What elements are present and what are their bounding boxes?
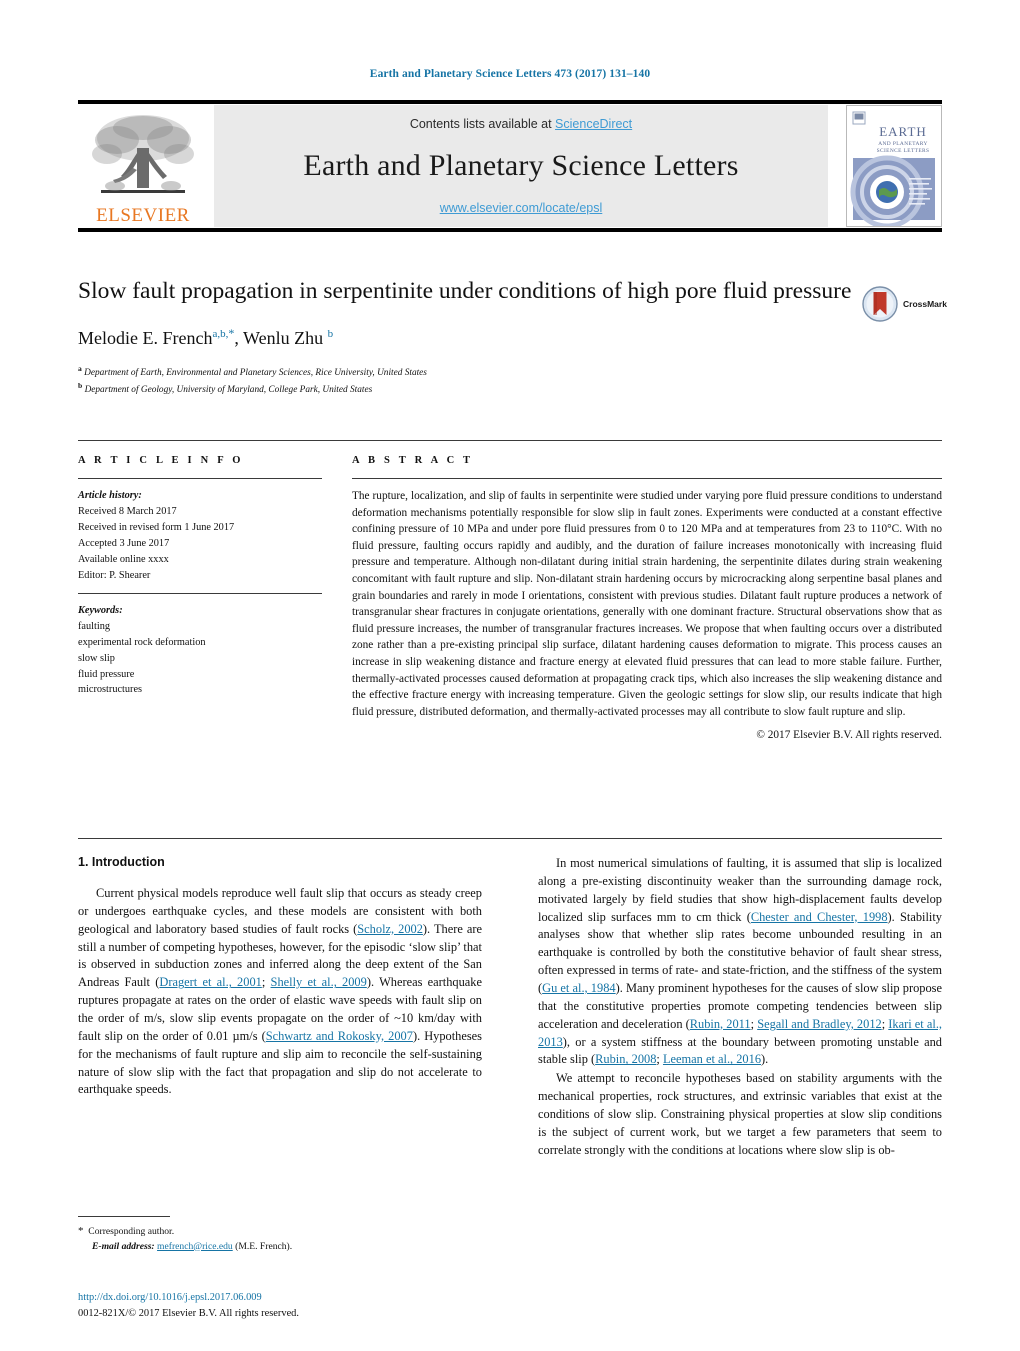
author-2-affiliation-marks: b	[327, 328, 334, 341]
corresponding-author-footnote: * Corresponding author. E-mail address: …	[78, 1216, 482, 1254]
journal-cover-thumbnail[interactable]: EARTH AND PLANETARY SCIENCE LETTERS	[846, 105, 942, 227]
citation-link[interactable]: Leeman et al., 2016	[663, 1052, 761, 1066]
paragraph-intro-1: Current physical models reproduce well f…	[78, 885, 482, 1099]
author-name-1: Melodie E. French	[78, 328, 213, 349]
affiliation-b: b Department of Geology, University of M…	[78, 381, 373, 396]
citation-link[interactable]: Dragert et al., 2001	[159, 975, 261, 989]
article-info-column: A R T I C L E I N F O Article history: R…	[78, 455, 322, 698]
journal-cover-art: EARTH AND PLANETARY SCIENCE LETTERS	[847, 106, 941, 226]
article-info-divider-1	[78, 478, 322, 479]
citation-link[interactable]: Segall and Bradley, 2012	[757, 1017, 882, 1031]
history-item: Editor: P. Shearer	[78, 569, 151, 581]
article-history-group: Article history: Received 8 March 2017 R…	[78, 488, 322, 584]
abstract-copyright: © 2017 Elsevier B.V. All rights reserved…	[756, 729, 942, 742]
body-column-right: In most numerical simulations of faultin…	[538, 855, 942, 1161]
footnote-email-line: E-mail address: mefrench@rice.edu (M.E. …	[78, 1240, 482, 1254]
sciencedirect-link[interactable]: ScienceDirect	[555, 117, 632, 131]
issn-copyright-line: 0012-821X/© 2017 Elsevier B.V. All right…	[78, 1307, 299, 1319]
keyword-item: microstructures	[78, 684, 143, 696]
history-item: Received 8 March 2017	[78, 505, 177, 517]
citation-link[interactable]: Chester and Chester, 1998	[751, 910, 888, 924]
paragraph-text: ).	[761, 1052, 769, 1067]
keyword-item: experimental rock deformation	[78, 636, 206, 648]
journal-masthead: ELSEVIER Contents lists available at Sci…	[78, 100, 942, 232]
footnote-rule	[78, 1216, 170, 1217]
svg-text:EARTH: EARTH	[879, 124, 927, 139]
masthead-rule-top	[78, 100, 942, 104]
journal-homepage-link[interactable]: www.elsevier.com/locate/epsl	[440, 201, 603, 215]
affiliation-a-text: Department of Earth, Environmental and P…	[84, 368, 427, 379]
author-1-affiliation-marks: a,b,	[212, 328, 229, 341]
info-band-rule-bottom	[78, 838, 942, 839]
masthead-rule-bottom	[78, 228, 942, 232]
citation-link[interactable]: Schwartz and Rokosky, 2007	[266, 1029, 413, 1043]
footer-doi-block: http://dx.doi.org/10.1016/j.epsl.2017.06…	[78, 1290, 482, 1321]
abstract-column: A B S T R A C T The rupture, localizatio…	[352, 455, 942, 741]
affiliation-b-text: Department of Geology, University of Mar…	[84, 385, 373, 396]
paragraph-text: ;	[261, 975, 271, 990]
masthead-center-band: Contents lists available at ScienceDirec…	[214, 105, 828, 227]
crossmark-label: CrossMark	[903, 299, 947, 309]
citation-link[interactable]: Shelly et al., 2009	[271, 975, 367, 989]
crossmark-icon	[862, 286, 898, 322]
footnote-corresponding-text: Corresponding author.	[88, 1226, 175, 1237]
doi-link[interactable]: http://dx.doi.org/10.1016/j.epsl.2017.06…	[78, 1290, 482, 1306]
keyword-item: faulting	[78, 620, 111, 632]
article-history-label: Article history:	[78, 490, 142, 501]
author-email-link[interactable]: mefrench@rice.edu	[157, 1241, 233, 1252]
author-name-2: , Wenlu Zhu	[234, 328, 328, 349]
abstract-body: The rupture, localization, and slip of f…	[352, 490, 942, 718]
keyword-item: slow slip	[78, 652, 115, 664]
email-address-label: E-mail address:	[92, 1240, 155, 1252]
contents-prefix: Contents lists available at	[409, 117, 556, 131]
abstract-divider	[352, 478, 942, 479]
citation-link[interactable]: Rubin, 2008	[595, 1052, 656, 1066]
crossmark-badge[interactable]: CrossMark	[862, 283, 962, 325]
section-title-introduction: 1. Introduction	[78, 855, 165, 869]
article-info-divider-2	[78, 592, 322, 594]
affiliation-a: a Department of Earth, Environmental and…	[78, 364, 427, 379]
journal-article-page: Earth and Planetary Science Letters 473 …	[0, 0, 1020, 1351]
elsevier-wordmark: ELSEVIER	[96, 205, 190, 226]
abstract-heading: A B S T R A C T	[352, 455, 474, 466]
article-title: Slow fault propagation in serpentinite u…	[78, 278, 852, 304]
keywords-label: Keywords:	[78, 604, 123, 616]
body-column-left: 1. Introduction Current physical models …	[78, 855, 482, 1100]
history-item: Received in revised form 1 June 2017	[78, 521, 235, 533]
keyword-item: fluid pressure	[78, 668, 135, 680]
affiliations: a Department of Earth, Environmental and…	[78, 363, 858, 397]
title-block: Slow fault propagation in serpentinite u…	[78, 276, 858, 398]
elsevier-tree-icon	[92, 115, 194, 193]
paragraph-intro-2: In most numerical simulations of faultin…	[538, 855, 942, 1069]
author-list: Melodie E. Frencha,b,*, Wenlu Zhu b	[78, 326, 858, 349]
svg-text:SCIENCE LETTERS: SCIENCE LETTERS	[877, 148, 930, 154]
history-item: Available online xxxx	[78, 553, 169, 565]
journal-title: Earth and Planetary Science Letters	[303, 149, 739, 182]
contents-line: Contents lists available at ScienceDirec…	[410, 117, 632, 131]
email-owner: (M.E. French).	[235, 1240, 293, 1252]
footnote-corresponding-line: * Corresponding author.	[78, 1223, 482, 1240]
running-head: Earth and Planetary Science Letters 473 …	[369, 68, 651, 80]
info-band-rule-top	[78, 440, 942, 441]
citation-link[interactable]: Gu et al., 1984	[542, 981, 615, 995]
paragraph-intro-3: We attempt to reconcile hypotheses based…	[538, 1071, 942, 1157]
article-info-heading: A R T I C L E I N F O	[78, 455, 244, 466]
citation-link[interactable]: Scholz, 2002	[357, 922, 423, 936]
citation-link[interactable]: Rubin, 2011	[690, 1017, 751, 1031]
footnote-star: *	[78, 1225, 84, 1237]
elsevier-logo: ELSEVIER	[78, 105, 208, 227]
keywords-group: Keywords: faulting experimental rock def…	[78, 603, 322, 699]
history-item: Accepted 3 June 2017	[78, 537, 170, 549]
svg-text:AND PLANETARY: AND PLANETARY	[878, 141, 928, 147]
